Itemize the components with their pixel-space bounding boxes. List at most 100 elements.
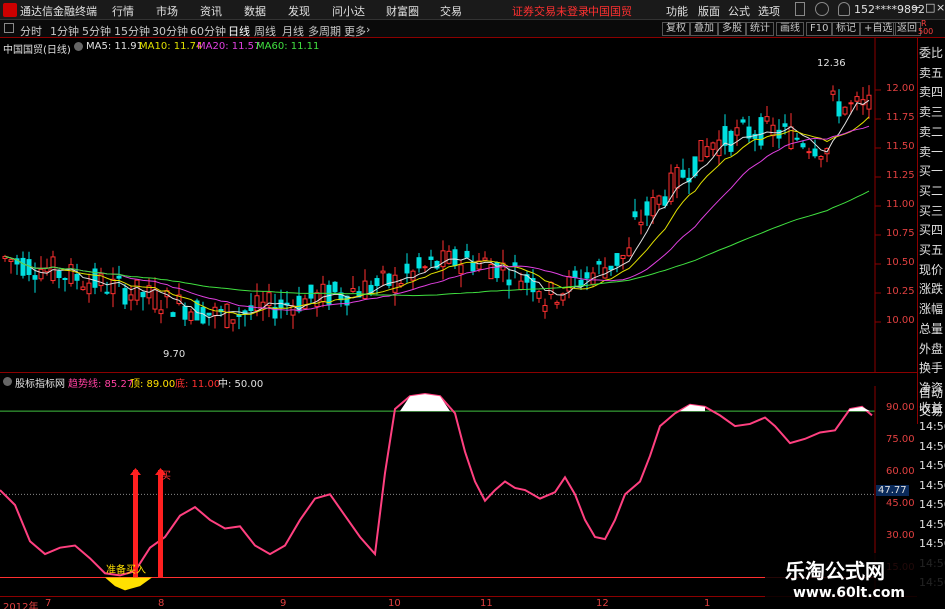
candle-body (230, 319, 236, 324)
candle-body (332, 281, 338, 293)
quote-field-label[interactable]: 涨幅 (919, 300, 943, 317)
period-intraday[interactable]: 分时 (20, 23, 42, 39)
f10-button[interactable]: F10 (806, 22, 833, 36)
auto-trade-label[interactable]: 自动 (919, 384, 943, 401)
multi-stock-button[interactable]: 多股 (718, 22, 746, 36)
menu-news[interactable]: 资讯 (200, 3, 222, 19)
period-monthly[interactable]: 月线 (282, 23, 304, 39)
candle-body (62, 278, 68, 281)
add-favorite-button[interactable]: +自选 (860, 22, 897, 36)
auto-trade-label[interactable]: 交易 (919, 402, 943, 419)
grid-icon[interactable] (4, 23, 14, 33)
menu-options[interactable]: 选项 (758, 3, 780, 19)
menu-trade[interactable]: 交易 (440, 3, 462, 19)
quote-field-label[interactable]: 卖四 (919, 83, 943, 100)
indicator-y-label: 30.00 (886, 530, 915, 541)
draw-line-button[interactable]: 画线 (776, 22, 804, 36)
restore-rights-button[interactable]: 复权 (662, 22, 690, 36)
candle-body (56, 270, 62, 279)
title-bar: 通达信金融终端 行情 市场 资讯 数据 发现 问小达 财富圈 交易 证券交易未登… (0, 0, 945, 20)
candle-body (842, 106, 848, 115)
candle-body (470, 261, 476, 272)
menu-quote[interactable]: 行情 (112, 3, 134, 19)
quote-field-label[interactable]: 卖二 (919, 123, 943, 140)
indicator-y-label: 90.00 (886, 402, 915, 413)
period-more[interactable]: 更多 (344, 23, 366, 39)
quote-field-label[interactable]: 卖五 (919, 64, 943, 81)
candle-body (494, 262, 500, 279)
period-daily[interactable]: 日线 (228, 23, 250, 39)
app-title: 通达信金融终端 (20, 5, 97, 18)
buy-signal-bar (158, 470, 163, 578)
period-15min[interactable]: 15分钟 (114, 23, 150, 39)
tick-time: 14:56 (919, 420, 945, 433)
overlay-button[interactable]: 叠加 (690, 22, 718, 36)
candle-body (818, 155, 824, 160)
corner-500: 500 (918, 27, 934, 36)
candle-body (794, 137, 800, 140)
candle-body (314, 292, 320, 307)
x-axis-label: 8 (158, 598, 165, 609)
low-price-label: 9.70 (163, 349, 186, 360)
back-button[interactable]: 返回 (893, 22, 921, 36)
candle-body (620, 254, 626, 260)
candle-body (830, 90, 836, 95)
period-60min[interactable]: 60分钟 (190, 23, 226, 39)
menu-discover[interactable]: 发现 (288, 3, 310, 19)
quote-field-label[interactable]: 买三 (919, 202, 943, 219)
candle-body (380, 270, 386, 274)
quote-field-label[interactable]: 换手 (919, 359, 943, 376)
menu-function[interactable]: 功能 (666, 3, 688, 19)
period-weekly[interactable]: 周线 (254, 23, 276, 39)
menu-market[interactable]: 市场 (156, 3, 178, 19)
menu-formula[interactable]: 公式 (728, 3, 750, 19)
candle-body (812, 148, 818, 157)
quote-field-label[interactable]: 总量 (919, 320, 943, 337)
menu-data[interactable]: 数据 (244, 3, 266, 19)
indicator-dropdown-icon[interactable] (3, 377, 12, 386)
candle-body (488, 264, 494, 280)
candle-body (68, 264, 74, 284)
close-icon[interactable]: × (936, 1, 945, 14)
minimize-icon[interactable]: − (912, 1, 921, 14)
candle-body (740, 119, 746, 123)
candle-body (152, 289, 158, 310)
quote-field-label[interactable]: 委比 (919, 44, 943, 61)
candle-body (728, 130, 734, 152)
y-axis-label: 10.75 (886, 228, 915, 239)
quote-field-label[interactable]: 买四 (919, 221, 943, 238)
x-axis-label: 10 (388, 598, 401, 609)
menu-layout[interactable]: 版面 (698, 3, 720, 19)
quote-field-label[interactable]: 涨跌 (919, 280, 943, 297)
x-axis-label: 7 (45, 598, 52, 609)
maximize-icon[interactable]: □ (925, 1, 935, 14)
quote-field-label[interactable]: 卖一 (919, 143, 943, 160)
mark-button[interactable]: 标记 (832, 22, 860, 36)
quote-field-label[interactable]: 买二 (919, 182, 943, 199)
user-icon[interactable] (838, 2, 850, 16)
candle-body (626, 247, 632, 257)
candle-body (806, 151, 812, 154)
quote-field-label[interactable]: 现价 (919, 261, 943, 278)
period-1min[interactable]: 1分钟 (50, 23, 79, 39)
menu-ask[interactable]: 问小达 (332, 3, 365, 19)
login-status[interactable]: 证券交易未登录 (512, 3, 589, 19)
period-5min[interactable]: 5分钟 (82, 23, 111, 39)
candlestick-chart (2, 38, 881, 372)
message-icon[interactable] (815, 2, 829, 16)
candle-body (572, 270, 578, 278)
quote-field-label[interactable]: 外盘 (919, 340, 943, 357)
quote-field-label[interactable]: 卖三 (919, 103, 943, 120)
quote-field-label[interactable]: 买一 (919, 162, 943, 179)
phone-icon[interactable] (795, 2, 805, 16)
period-multi[interactable]: 多周期 (308, 23, 341, 39)
menu-wealth[interactable]: 财富圈 (386, 3, 419, 19)
statistics-button[interactable]: 统计 (746, 22, 774, 36)
chevron-right-icon[interactable]: › (366, 23, 370, 36)
candle-body (764, 116, 770, 122)
candle-body (374, 278, 380, 287)
tick-time: 14:56 (919, 498, 945, 511)
quote-field-label[interactable]: 买五 (919, 241, 943, 258)
tick-time: 14:56 (919, 439, 945, 453)
period-30min[interactable]: 30分钟 (152, 23, 188, 39)
